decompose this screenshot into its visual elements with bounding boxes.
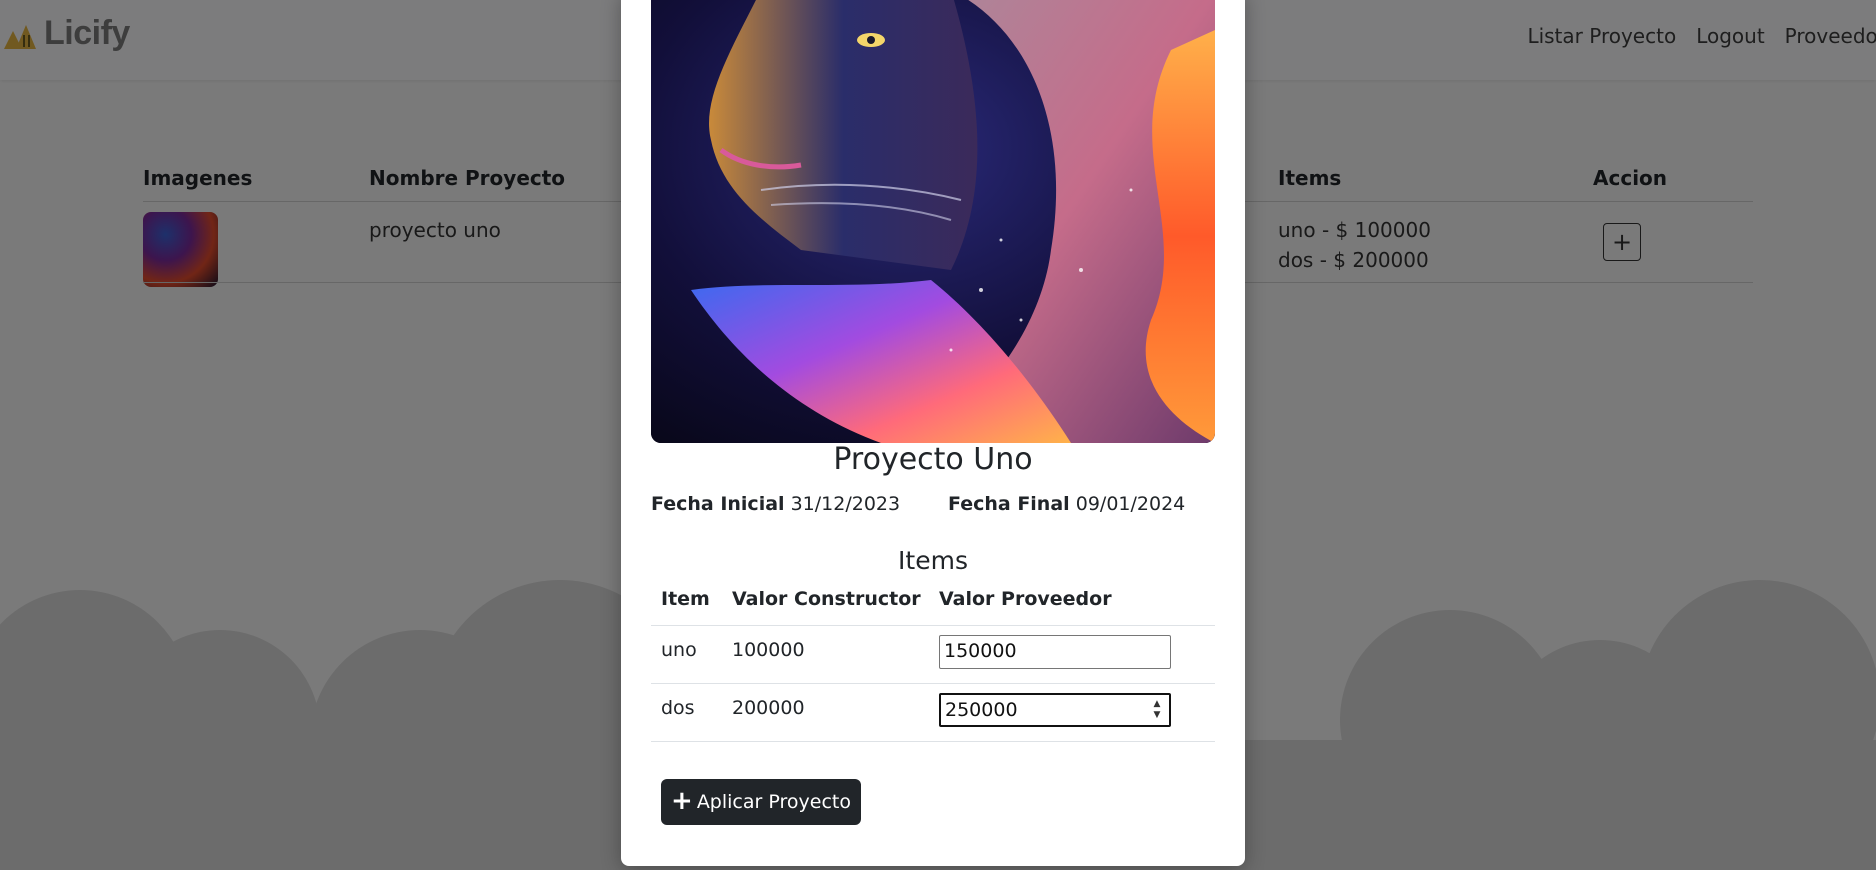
number-spinner[interactable]: ▲ ▼	[1151, 699, 1163, 721]
fecha-final-label: Fecha Final	[948, 493, 1070, 515]
item-constructor-2: 200000	[732, 697, 805, 719]
project-modal: Proyecto Uno Fecha Inicial 31/12/2023 Fe…	[621, 0, 1245, 866]
fecha-final: Fecha Final 09/01/2024	[948, 493, 1185, 515]
col-valor-proveedor: Valor Proveedor	[939, 588, 1112, 610]
item-constructor-1: 100000	[732, 639, 805, 661]
valor-proveedor-value-1: 150000	[944, 640, 1017, 662]
items-heading: Items	[898, 546, 968, 575]
items-header-divider	[651, 625, 1215, 626]
valor-proveedor-input-1[interactable]: 150000	[939, 635, 1171, 669]
col-item: Item	[661, 588, 710, 610]
fecha-inicial-value: 31/12/2023	[790, 493, 901, 515]
valor-proveedor-input-2[interactable]: 250000 ▲ ▼	[939, 693, 1171, 727]
fecha-inicial: Fecha Inicial 31/12/2023	[651, 493, 900, 515]
item-name-1: uno	[661, 639, 697, 661]
fecha-inicial-label: Fecha Inicial	[651, 493, 785, 515]
project-image	[651, 0, 1215, 443]
items-row-divider	[651, 683, 1215, 684]
spinner-down-icon[interactable]: ▼	[1151, 710, 1163, 721]
fecha-final-value: 09/01/2024	[1075, 493, 1186, 515]
plus-icon: +	[671, 786, 693, 816]
spinner-up-icon[interactable]: ▲	[1151, 699, 1163, 710]
aplicar-proyecto-label: Aplicar Proyecto	[696, 791, 851, 813]
valor-proveedor-value-2: 250000	[945, 699, 1018, 721]
item-name-2: dos	[661, 697, 695, 719]
modal-title: Proyecto Uno	[833, 442, 1033, 477]
items-bottom-divider	[651, 741, 1215, 742]
col-valor-constructor: Valor Constructor	[732, 588, 921, 610]
aplicar-proyecto-button[interactable]: + Aplicar Proyecto	[661, 779, 861, 825]
